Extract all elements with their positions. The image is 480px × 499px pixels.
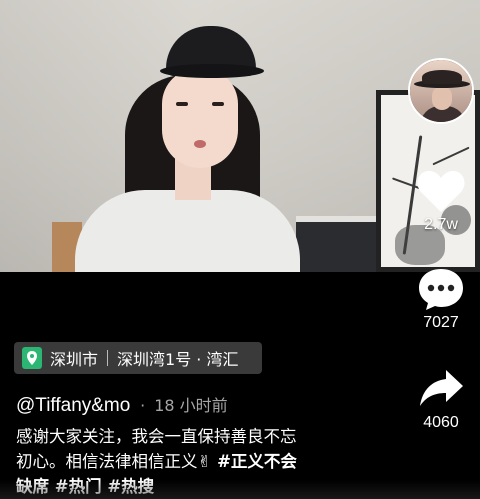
video-frame[interactable]: [0, 0, 480, 272]
author-row: @Tiffany&mo · 18 小时前: [16, 392, 228, 417]
location-divider: [107, 350, 109, 366]
heart-icon: [417, 171, 465, 212]
author-handle[interactable]: @Tiffany&mo: [16, 395, 130, 416]
mouth: [194, 140, 206, 148]
right-eye: [212, 102, 224, 106]
post-time: 18 小时前: [154, 396, 228, 415]
caption-line-2-text: 初心。相信法律相信正义: [16, 452, 198, 471]
white-shirt: [75, 190, 300, 272]
location-tag[interactable]: 深圳市 深圳湾1号 · 湾汇: [14, 342, 262, 374]
caption-line-1: 感谢大家关注，我会一直保持善良不忘: [16, 427, 297, 446]
share-button[interactable]: 4060: [410, 366, 472, 432]
location-place: 深圳湾1号 · 湾汇: [117, 350, 239, 369]
author-avatar[interactable]: [408, 58, 474, 124]
victory-hand-emoji: ✌: [197, 452, 212, 471]
left-eye: [176, 102, 188, 106]
location-city: 深圳市: [50, 350, 99, 369]
like-button[interactable]: 2.7w: [410, 168, 472, 234]
comment-button[interactable]: 7027: [410, 266, 472, 332]
like-count: 2.7w: [424, 216, 458, 233]
comment-bubble-icon: [419, 269, 463, 310]
comment-count: 7027: [423, 314, 459, 331]
bottom-gradient: [0, 480, 480, 499]
share-count: 4060: [423, 414, 459, 431]
location-pin-icon: [22, 347, 42, 369]
caption-line-2: 初心。相信法律相信正义✌ #正义不会: [16, 449, 356, 474]
face: [162, 68, 238, 168]
post-time-separator: ·: [140, 396, 151, 415]
cap-brim: [160, 64, 264, 78]
hashtag-justice[interactable]: #正义不会: [211, 452, 297, 471]
share-arrow-icon: [420, 370, 463, 406]
person-in-video: [70, 20, 310, 272]
